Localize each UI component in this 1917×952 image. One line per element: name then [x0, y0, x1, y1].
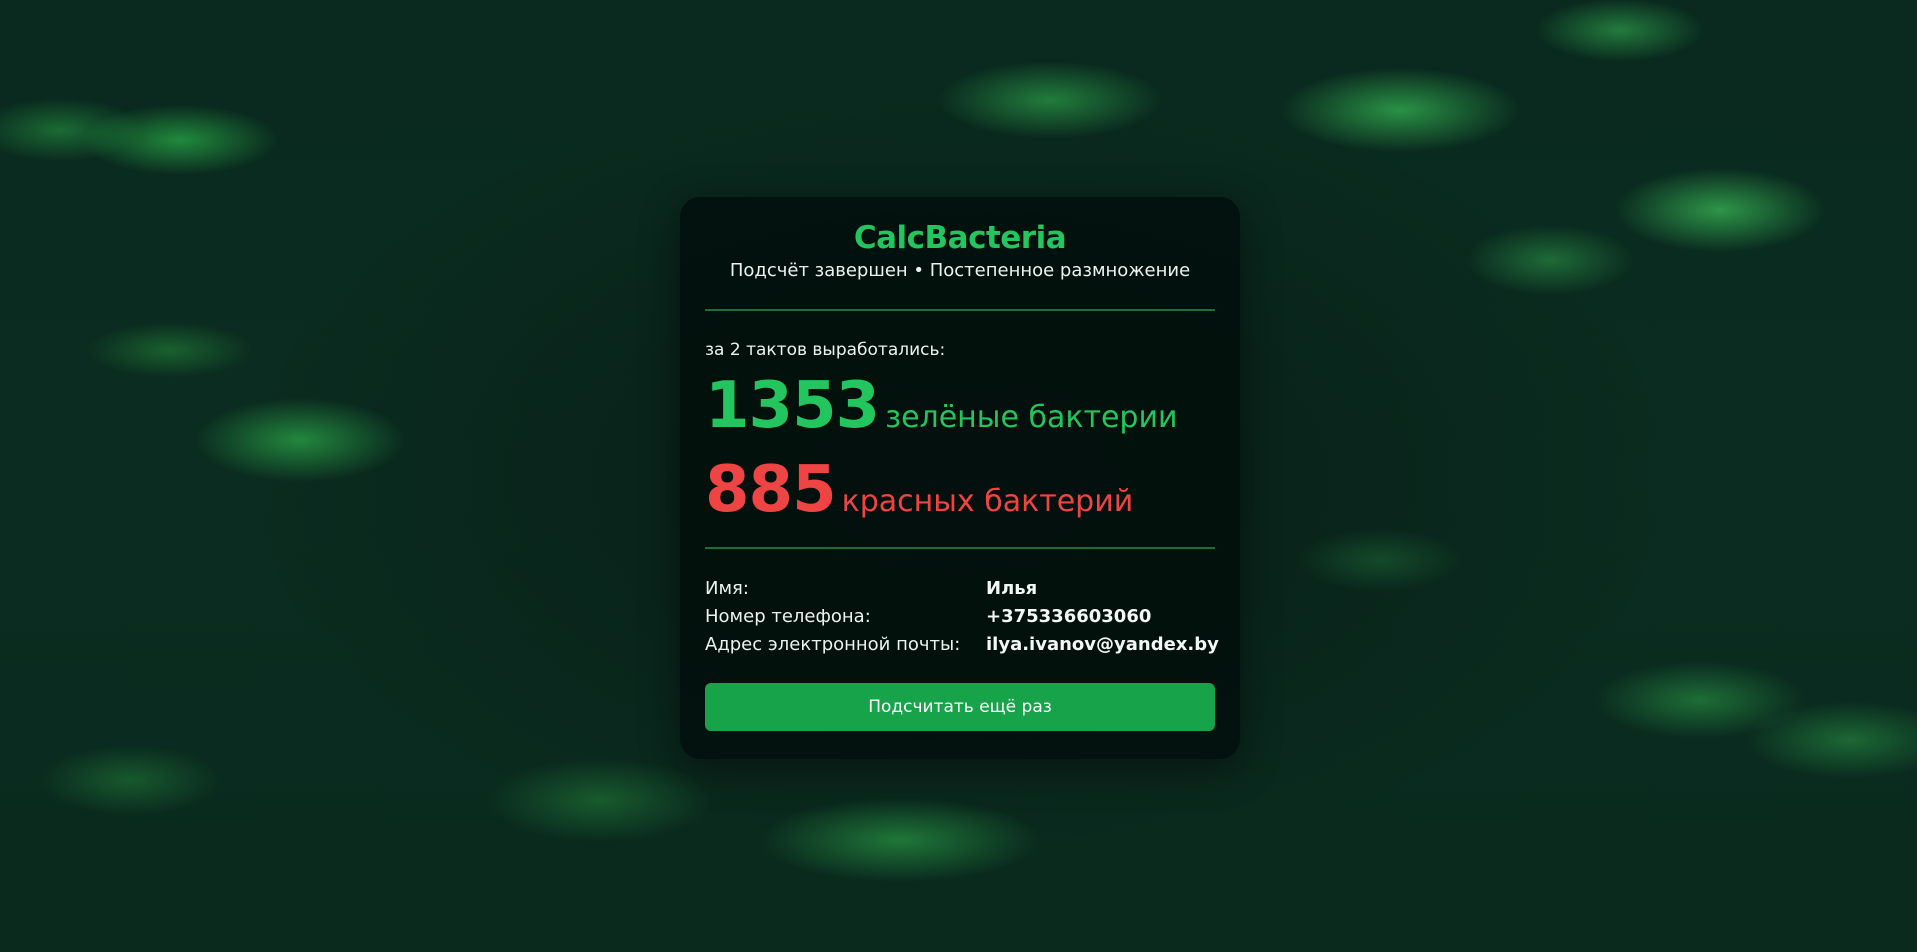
status-subtitle: Подсчёт завершен • Постепенное размножен… — [729, 260, 1191, 281]
red-bacteria-result: 885 красных бактерий — [705, 455, 1215, 529]
name-label: Имя: — [705, 578, 749, 599]
green-bacteria-result: 1353 зелёные бактерии — [705, 371, 1215, 445]
email-label: Адрес электронной почты: — [705, 634, 961, 655]
user-info: Имя: Илья Номер телефона: +375336603060 … — [705, 577, 1219, 657]
result-summary: за 2 тактов выработались: — [705, 340, 946, 360]
phone-value: +375336603060 — [986, 606, 1152, 627]
divider — [705, 547, 1215, 549]
phone-label: Номер телефона: — [705, 606, 871, 627]
green-bacteria-label: зелёные бактерии — [885, 400, 1178, 435]
name-value: Илья — [986, 578, 1038, 599]
app-title: CalcBacteria — [853, 220, 1067, 256]
result-card: CalcBacteria Подсчёт завершен • Постепен… — [680, 197, 1240, 759]
red-bacteria-count: 885 — [705, 453, 837, 527]
recalculate-button[interactable]: Подсчитать ещё раз — [705, 683, 1215, 731]
red-bacteria-label: красных бактерий — [841, 484, 1134, 519]
divider — [705, 309, 1215, 311]
email-value: ilya.ivanov@yandex.by — [986, 634, 1219, 655]
green-bacteria-count: 1353 — [705, 369, 880, 443]
